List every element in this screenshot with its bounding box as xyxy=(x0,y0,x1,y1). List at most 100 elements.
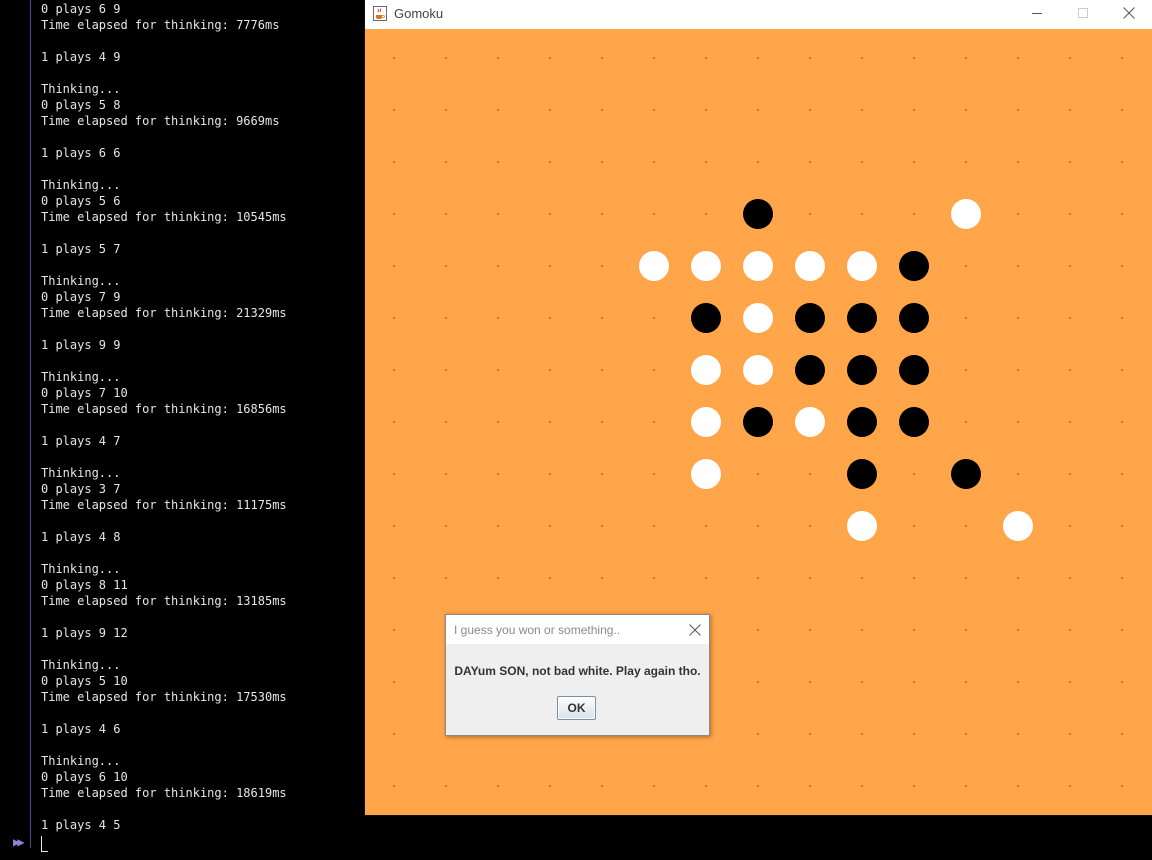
grid-point[interactable] xyxy=(549,473,551,475)
grid-point[interactable] xyxy=(1121,577,1123,579)
grid-point[interactable] xyxy=(809,57,811,59)
grid-point[interactable] xyxy=(913,733,915,735)
grid-point[interactable] xyxy=(913,629,915,631)
grid-point[interactable] xyxy=(549,421,551,423)
grid-point[interactable] xyxy=(653,317,655,319)
grid-point[interactable] xyxy=(445,213,447,215)
window-titlebar[interactable]: Gomoku xyxy=(365,0,1152,29)
minimize-button[interactable] xyxy=(1014,0,1060,29)
grid-point[interactable] xyxy=(1017,473,1019,475)
grid-point[interactable] xyxy=(757,681,759,683)
grid-point[interactable] xyxy=(913,681,915,683)
grid-point[interactable] xyxy=(861,733,863,735)
grid-point[interactable] xyxy=(1121,161,1123,163)
grid-point[interactable] xyxy=(497,317,499,319)
grid-point[interactable] xyxy=(445,265,447,267)
ok-button[interactable]: OK xyxy=(557,696,596,720)
grid-point[interactable] xyxy=(601,473,603,475)
grid-point[interactable] xyxy=(1069,369,1071,371)
grid-point[interactable] xyxy=(1017,265,1019,267)
grid-point[interactable] xyxy=(549,369,551,371)
grid-point[interactable] xyxy=(445,161,447,163)
grid-point[interactable] xyxy=(913,213,915,215)
grid-point[interactable] xyxy=(809,109,811,111)
grid-point[interactable] xyxy=(1121,213,1123,215)
grid-point[interactable] xyxy=(653,525,655,527)
grid-point[interactable] xyxy=(1121,681,1123,683)
grid-point[interactable] xyxy=(1069,421,1071,423)
grid-point[interactable] xyxy=(1121,317,1123,319)
grid-point[interactable] xyxy=(1069,161,1071,163)
grid-point[interactable] xyxy=(1069,681,1071,683)
grid-point[interactable] xyxy=(757,109,759,111)
grid-point[interactable] xyxy=(861,109,863,111)
grid-point[interactable] xyxy=(445,369,447,371)
grid-point[interactable] xyxy=(809,473,811,475)
grid-point[interactable] xyxy=(653,473,655,475)
grid-point[interactable] xyxy=(809,785,811,787)
grid-point[interactable] xyxy=(1121,421,1123,423)
grid-point[interactable] xyxy=(861,785,863,787)
grid-point[interactable] xyxy=(1017,577,1019,579)
grid-point[interactable] xyxy=(1121,629,1123,631)
grid-point[interactable] xyxy=(965,109,967,111)
grid-point[interactable] xyxy=(653,369,655,371)
grid-point[interactable] xyxy=(1069,733,1071,735)
grid-point[interactable] xyxy=(601,421,603,423)
grid-point[interactable] xyxy=(393,317,395,319)
grid-point[interactable] xyxy=(809,525,811,527)
grid-point[interactable] xyxy=(965,525,967,527)
grid-point[interactable] xyxy=(965,161,967,163)
grid-point[interactable] xyxy=(653,109,655,111)
grid-point[interactable] xyxy=(1017,629,1019,631)
grid-point[interactable] xyxy=(965,369,967,371)
maximize-button[interactable] xyxy=(1060,0,1106,29)
grid-point[interactable] xyxy=(1069,577,1071,579)
grid-point[interactable] xyxy=(601,265,603,267)
grid-point[interactable] xyxy=(1121,525,1123,527)
grid-point[interactable] xyxy=(497,109,499,111)
grid-point[interactable] xyxy=(393,733,395,735)
grid-point[interactable] xyxy=(809,629,811,631)
grid-point[interactable] xyxy=(1121,785,1123,787)
grid-point[interactable] xyxy=(809,681,811,683)
grid-point[interactable] xyxy=(1069,213,1071,215)
grid-point[interactable] xyxy=(757,161,759,163)
grid-point[interactable] xyxy=(1017,213,1019,215)
grid-point[interactable] xyxy=(913,161,915,163)
grid-point[interactable] xyxy=(497,369,499,371)
grid-point[interactable] xyxy=(809,161,811,163)
grid-point[interactable] xyxy=(497,265,499,267)
grid-point[interactable] xyxy=(965,681,967,683)
grid-point[interactable] xyxy=(913,785,915,787)
grid-point[interactable] xyxy=(1017,785,1019,787)
grid-point[interactable] xyxy=(1121,369,1123,371)
grid-point[interactable] xyxy=(601,161,603,163)
grid-point[interactable] xyxy=(965,57,967,59)
grid-point[interactable] xyxy=(965,785,967,787)
grid-point[interactable] xyxy=(549,109,551,111)
close-button[interactable] xyxy=(1106,0,1152,29)
grid-point[interactable] xyxy=(757,733,759,735)
dialog-close-button[interactable] xyxy=(680,615,709,644)
grid-point[interactable] xyxy=(549,57,551,59)
grid-point[interactable] xyxy=(913,473,915,475)
grid-point[interactable] xyxy=(653,577,655,579)
grid-point[interactable] xyxy=(393,57,395,59)
grid-point[interactable] xyxy=(705,213,707,215)
grid-point[interactable] xyxy=(705,57,707,59)
grid-point[interactable] xyxy=(393,785,395,787)
grid-point[interactable] xyxy=(1017,421,1019,423)
grid-point[interactable] xyxy=(497,161,499,163)
grid-point[interactable] xyxy=(601,577,603,579)
dialog-titlebar[interactable]: I guess you won or something.. xyxy=(446,615,709,644)
grid-point[interactable] xyxy=(913,57,915,59)
grid-point[interactable] xyxy=(601,369,603,371)
grid-point[interactable] xyxy=(809,733,811,735)
grid-point[interactable] xyxy=(757,785,759,787)
grid-point[interactable] xyxy=(705,525,707,527)
grid-point[interactable] xyxy=(549,317,551,319)
grid-point[interactable] xyxy=(601,785,603,787)
grid-point[interactable] xyxy=(1121,109,1123,111)
grid-point[interactable] xyxy=(393,421,395,423)
